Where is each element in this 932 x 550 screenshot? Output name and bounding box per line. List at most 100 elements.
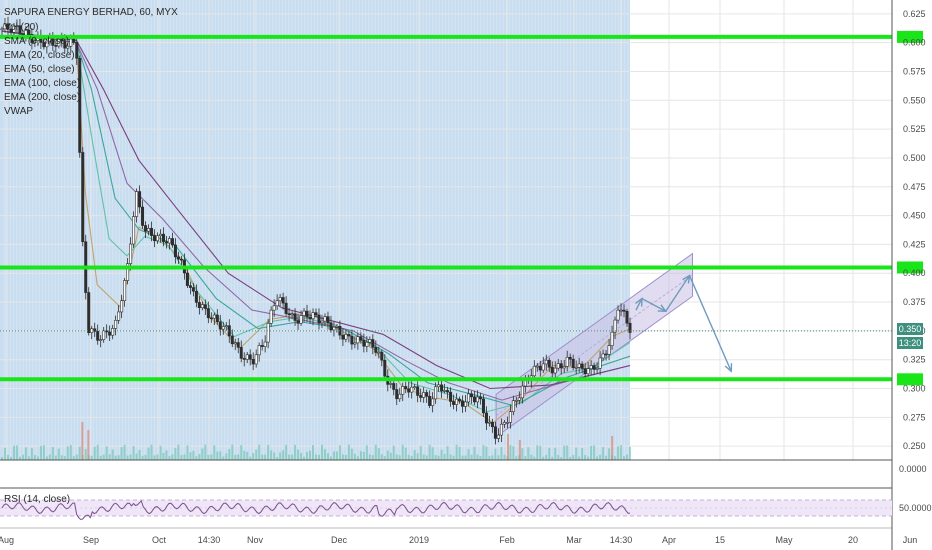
volume-bar — [398, 455, 401, 460]
candle-body — [344, 334, 348, 340]
candle-body — [314, 312, 318, 316]
volume-bar — [63, 456, 66, 460]
candle-body — [607, 345, 611, 355]
volume-bar — [497, 455, 500, 460]
candle-body — [206, 308, 210, 319]
candle-body — [511, 400, 515, 412]
time-tick-label: Jun — [903, 535, 918, 545]
volume-bar — [467, 449, 470, 460]
candle-body — [114, 319, 118, 329]
volume-bar — [605, 455, 608, 460]
legend-volume[interactable]: Vol (20) — [4, 22, 38, 33]
volume-bar — [524, 456, 527, 460]
price-tick-label: 0.325 — [903, 355, 926, 365]
candle-body — [437, 384, 441, 388]
volume-bar — [165, 450, 168, 460]
candle-body — [254, 354, 258, 365]
candle-body — [598, 357, 602, 369]
legend-ema200[interactable]: EMA (200, close) — [4, 92, 80, 103]
time-tick-label: 20 — [848, 535, 858, 545]
volume-bar — [539, 445, 542, 460]
volume-bar — [518, 440, 521, 460]
volume-bar — [470, 454, 473, 460]
volume-bar — [401, 444, 404, 460]
candle-body — [326, 316, 330, 324]
volume-bar — [72, 456, 75, 460]
candle-body — [317, 314, 321, 324]
price-tick-label: 0.500 — [903, 153, 926, 163]
time-axis[interactable]: Aug Sep Oct 14:30 Nov Dec 2019 Feb Mar 14:30 Apr 15… — [0, 535, 917, 545]
candle-body — [580, 363, 584, 369]
candle-body — [347, 334, 351, 337]
volume-bar — [590, 445, 593, 460]
candle-body — [541, 363, 545, 371]
volume-bar — [75, 454, 78, 460]
time-tick-label: 15 — [715, 535, 725, 545]
volume-bar — [515, 456, 518, 460]
time-tick-label: Dec — [331, 535, 348, 545]
price-tick-label: 0.300 — [903, 384, 926, 394]
candle-body — [123, 280, 127, 302]
candle-body — [194, 290, 198, 303]
volume-bar — [545, 454, 548, 460]
price-axis[interactable]: 0.625 0.600 0.575 0.550 0.525 0.500 0.475 0.450… — [899, 9, 932, 513]
rsi-legend[interactable]: RSI (14, close) — [4, 494, 70, 505]
legend-ema50[interactable]: EMA (50, close) — [4, 64, 75, 75]
volume-bar — [326, 453, 329, 460]
candle-body — [215, 314, 219, 323]
candle-body — [374, 347, 378, 353]
candle-body — [505, 422, 509, 424]
volume-bar — [198, 453, 201, 460]
candle-body — [320, 320, 324, 324]
volume-bar — [27, 456, 30, 460]
time-tick-label: Oct — [152, 535, 167, 545]
volume-bar — [374, 444, 377, 460]
candle-body — [96, 331, 100, 341]
volume-bar — [135, 453, 138, 460]
candle-body — [592, 365, 596, 370]
volume-bar — [476, 454, 479, 460]
volume-bar — [581, 448, 584, 460]
volume-bar — [353, 453, 356, 460]
volume-bar — [93, 446, 96, 460]
volume-bar — [473, 446, 476, 460]
candle-body — [99, 339, 103, 341]
price-tick-label: 0.525 — [903, 124, 926, 134]
candle-body — [332, 326, 336, 331]
volume-bar — [557, 454, 560, 460]
volume-bar — [6, 454, 9, 460]
candle-body — [577, 363, 581, 368]
candle-body — [401, 386, 405, 395]
candle-body — [458, 398, 462, 402]
volume-bar — [183, 454, 186, 460]
volume-bar — [461, 455, 464, 460]
candle-body — [619, 309, 623, 312]
candle-body — [266, 323, 270, 343]
candle-body — [440, 384, 444, 392]
volume-bar — [602, 447, 605, 460]
candle-body — [452, 401, 456, 405]
candle-body — [571, 358, 575, 368]
candle-body — [350, 335, 354, 345]
volume-bar — [150, 444, 153, 460]
legend-ema20[interactable]: EMA (20, close) — [4, 50, 75, 61]
volume-bar — [491, 455, 494, 460]
volume-bar — [231, 444, 234, 460]
legend-ema100[interactable]: EMA (100, close) — [4, 78, 80, 89]
legend-sma9[interactable]: SMA (9, close) — [4, 36, 69, 47]
candle-body — [197, 302, 201, 309]
volume-bar — [186, 445, 189, 460]
volume-bar — [246, 451, 249, 460]
volume-bar — [563, 445, 566, 460]
price-chart[interactable]: 0.625 0.600 0.575 0.550 0.525 0.500 0.475 0.450… — [0, 0, 932, 550]
volume-bar — [317, 454, 320, 460]
candle-body — [251, 359, 255, 365]
candle-body — [368, 339, 372, 343]
legend-vwap[interactable]: VWAP — [4, 106, 33, 117]
volume-bar — [584, 455, 587, 460]
candle-body — [425, 392, 429, 397]
candle-body — [111, 328, 115, 336]
candle-body — [532, 366, 536, 377]
volume-bar — [335, 451, 338, 460]
volume-bar — [177, 444, 180, 460]
